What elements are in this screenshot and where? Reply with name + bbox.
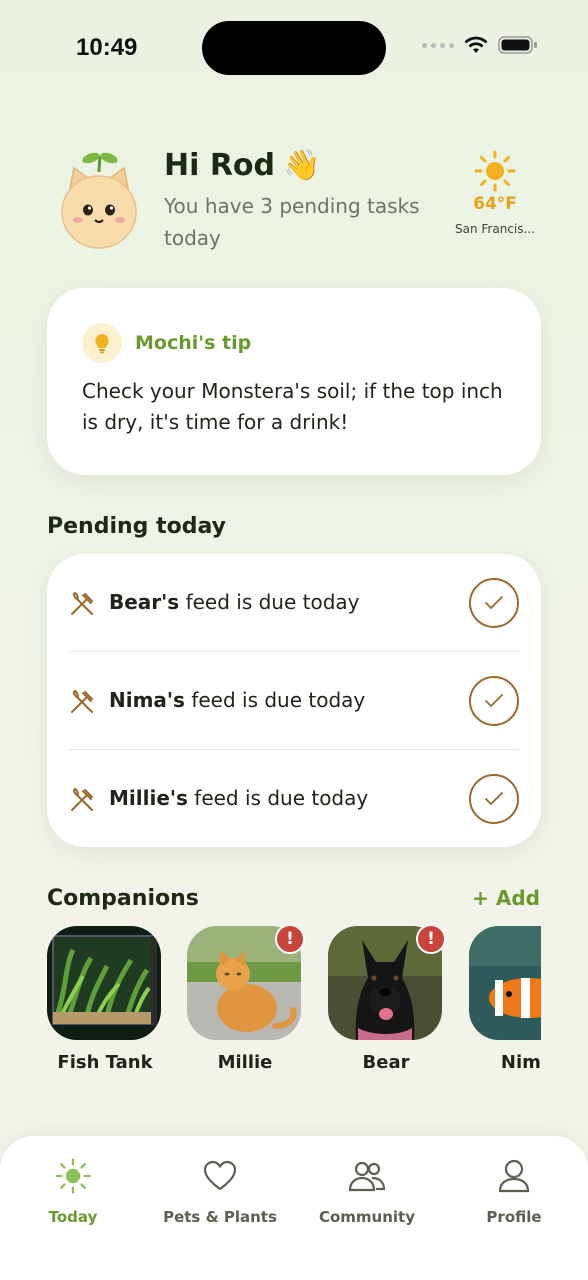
tip-text: Check your Monstera's soil; if the top i… — [82, 379, 503, 434]
task-pet-name: Bear's — [109, 590, 180, 614]
task-row[interactable]: Millie's feed is due today — [69, 750, 519, 848]
fork-knife-icon — [71, 591, 93, 615]
task-pet-name: Nima's — [109, 688, 185, 712]
companion-name: Nima — [500, 1052, 541, 1073]
bottom-nav: Today Pets & Plants Community Profile — [0, 1136, 588, 1280]
signal-icon — [422, 42, 454, 48]
lightbulb-icon — [82, 323, 122, 363]
nav-tab-today[interactable]: Today — [3, 1156, 143, 1226]
fork-knife-icon — [71, 689, 93, 713]
companions-carousel[interactable]: Fish Tank ! Millie ! Bear Nim — [47, 926, 541, 1076]
wave-emoji: 👋 — [283, 148, 321, 183]
heart-icon — [203, 1160, 237, 1191]
companion-card-millie[interactable]: ! Millie — [187, 926, 305, 1073]
greeting: Hi Rod 👋 — [164, 148, 320, 183]
nav-tab-profile[interactable]: Profile — [444, 1156, 584, 1226]
sun-icon — [474, 150, 516, 192]
nav-label: Profile — [486, 1208, 542, 1226]
weather-widget[interactable]: 64°F San Francis... — [450, 150, 540, 236]
companion-name: Bear — [362, 1052, 410, 1073]
header: Hi Rod 👋 You have 3 pending tasks today … — [60, 146, 540, 256]
task-pet-name: Millie's — [109, 786, 188, 810]
task-description: feed is due today — [194, 786, 369, 810]
dynamic-island — [202, 21, 386, 75]
greeting-text: Hi Rod — [164, 148, 276, 183]
nav-label: Today — [48, 1208, 98, 1226]
task-description: feed is due today — [191, 688, 366, 712]
companion-name: Fish Tank — [57, 1052, 153, 1073]
weather-city: San Francis... — [455, 222, 535, 236]
status-time: 10:49 — [76, 34, 138, 61]
companion-name: Millie — [217, 1052, 273, 1073]
add-companion-button[interactable]: + Add — [472, 886, 540, 910]
pending-tasks-card: Bear's feed is due today Nima's feed is … — [47, 554, 541, 847]
companion-card-fish-tank[interactable]: Fish Tank — [47, 926, 163, 1073]
complete-task-button[interactable] — [469, 578, 519, 628]
pending-summary: You have 3 pending tasks today — [164, 194, 420, 250]
sun-icon — [55, 1158, 91, 1194]
nav-tab-pets-plants[interactable]: Pets & Plants — [150, 1156, 290, 1226]
fork-knife-icon — [71, 787, 93, 811]
status-bar: 10:49 — [0, 0, 588, 96]
companion-photo — [469, 926, 541, 1040]
companion-card-nima[interactable]: Nima — [469, 926, 541, 1073]
nav-label: Pets & Plants — [163, 1208, 277, 1226]
weather-temp: 64°F — [473, 194, 517, 214]
people-icon — [348, 1161, 386, 1192]
task-text: Nima's feed is due today — [109, 688, 365, 712]
complete-task-button[interactable] — [469, 676, 519, 726]
person-icon — [498, 1159, 530, 1193]
task-row[interactable]: Nima's feed is due today — [69, 652, 519, 750]
task-text: Bear's feed is due today — [109, 590, 360, 614]
nav-tab-community[interactable]: Community — [297, 1156, 437, 1226]
tip-card: Mochi's tip Check your Monstera's soil; … — [47, 288, 541, 475]
task-row[interactable]: Bear's feed is due today — [69, 554, 519, 652]
checkmark-icon — [485, 596, 503, 610]
tip-title: Mochi's tip — [135, 332, 252, 354]
companion-photo — [47, 926, 161, 1040]
wifi-icon — [464, 36, 488, 53]
checkmark-icon — [485, 792, 503, 806]
task-description: feed is due today — [185, 590, 360, 614]
checkmark-icon — [485, 694, 503, 708]
mochi-mascot-avatar — [61, 152, 137, 249]
companion-card-bear[interactable]: ! Bear — [328, 926, 446, 1073]
pending-section-title: Pending today — [47, 514, 226, 539]
status-icons — [422, 36, 538, 54]
task-text: Millie's feed is due today — [109, 786, 368, 810]
nav-label: Community — [318, 1208, 416, 1226]
companions-section-title: Companions — [47, 886, 199, 911]
battery-icon — [498, 36, 537, 54]
complete-task-button[interactable] — [469, 774, 519, 824]
